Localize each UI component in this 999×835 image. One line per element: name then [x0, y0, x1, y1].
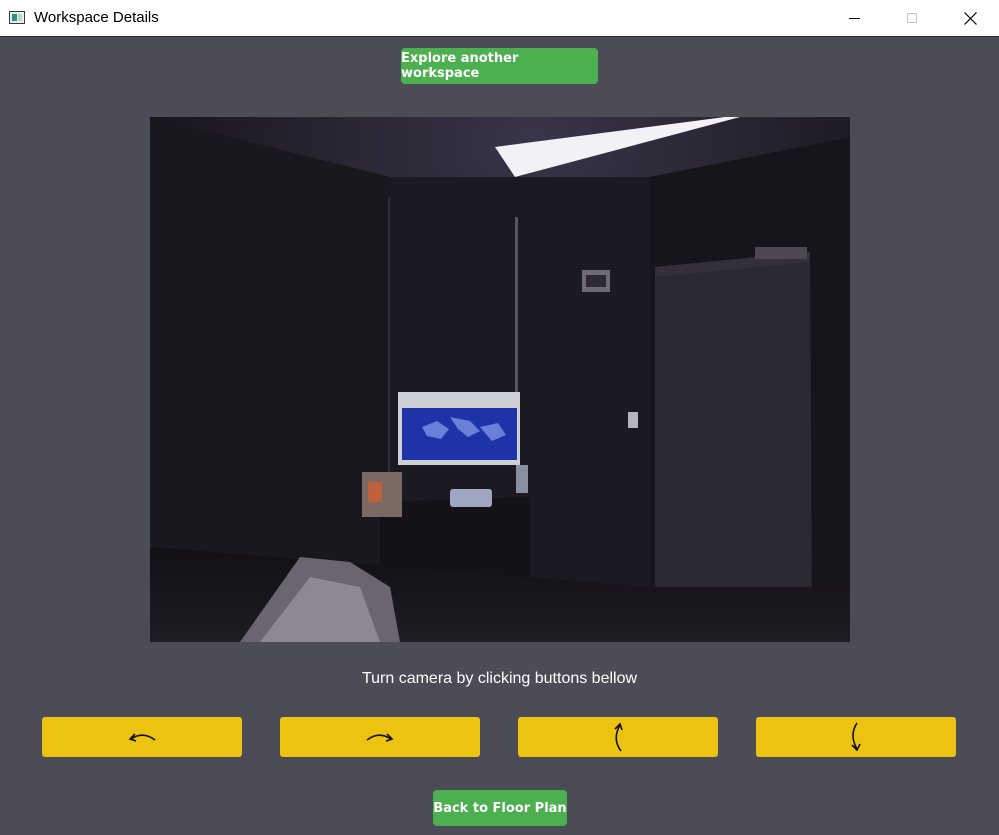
- maximize-icon: [907, 13, 917, 23]
- back-to-floor-plan-button[interactable]: Back to Floor Plan: [433, 790, 567, 826]
- rotate-right-arrow-icon: [366, 733, 394, 742]
- maximize-button[interactable]: [883, 0, 941, 36]
- minimize-button[interactable]: [825, 0, 883, 36]
- rotate-left-arrow-icon: [128, 733, 156, 742]
- close-button[interactable]: [941, 0, 999, 36]
- explore-another-workspace-button[interactable]: Explore another workspace: [401, 48, 598, 84]
- title-bar: Workspace Details: [0, 0, 999, 37]
- turn-left-button[interactable]: [42, 717, 242, 757]
- turn-up-button[interactable]: [518, 717, 718, 757]
- rotate-down-arrow-icon: [851, 722, 861, 752]
- turn-down-button[interactable]: [756, 717, 956, 757]
- instruction-text: Turn camera by clicking buttons bellow: [361, 670, 638, 687]
- app-icon: [9, 11, 25, 24]
- minimize-icon: [848, 17, 860, 19]
- rotate-up-arrow-icon: [614, 722, 623, 752]
- window-title: Workspace Details: [34, 9, 159, 26]
- camera-view: [150, 117, 850, 642]
- close-icon: [963, 11, 977, 25]
- turn-right-button[interactable]: [280, 717, 480, 757]
- camera-image: [150, 117, 850, 642]
